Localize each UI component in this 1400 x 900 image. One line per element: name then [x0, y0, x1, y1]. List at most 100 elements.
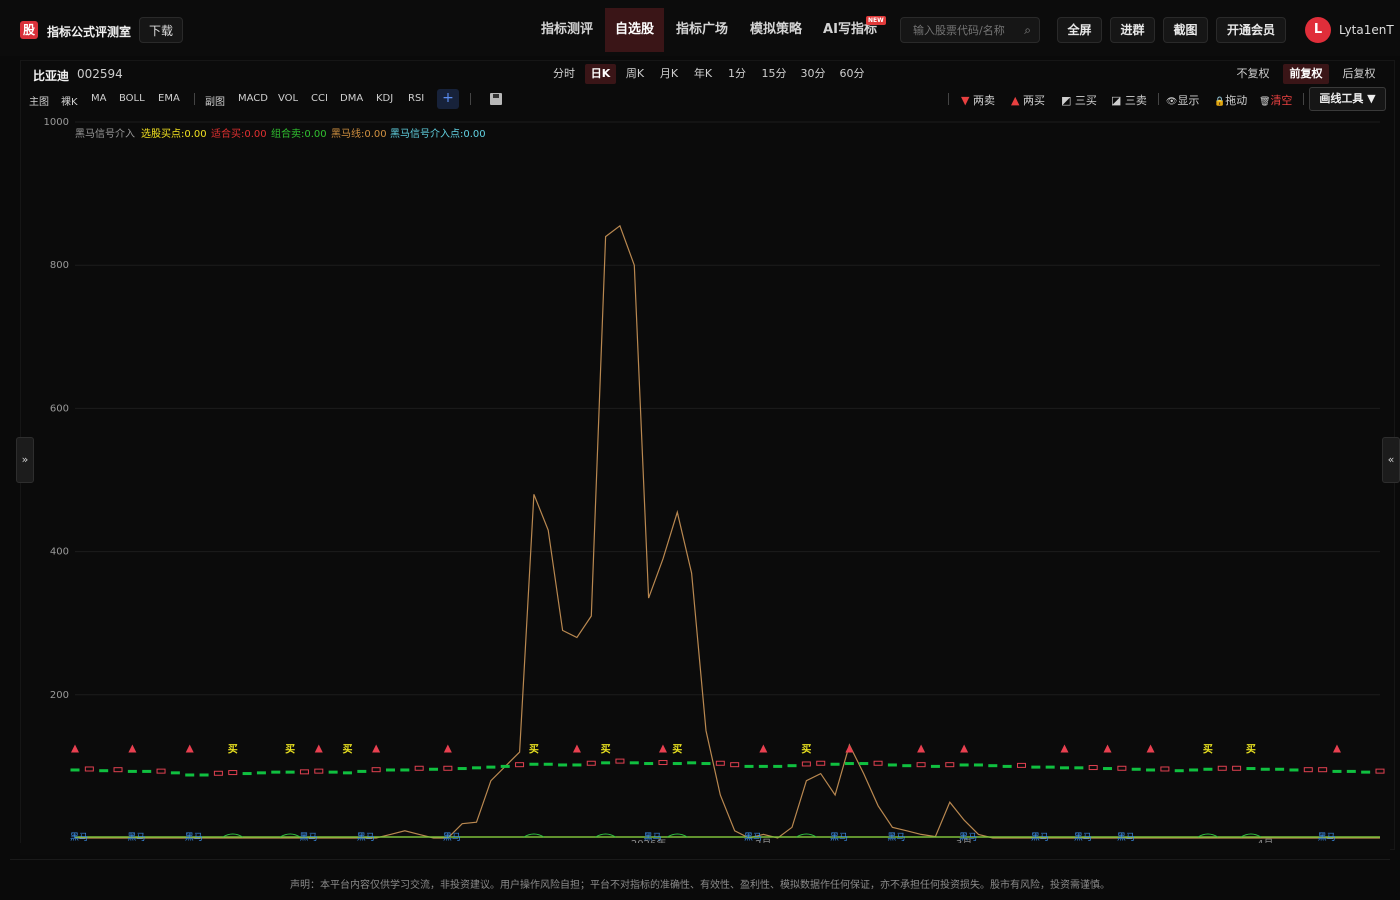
- candle: [715, 760, 725, 766]
- candle: [328, 770, 338, 774]
- candle: [558, 763, 568, 767]
- candle: [902, 764, 912, 768]
- candle: [730, 762, 740, 768]
- candle: [1375, 768, 1385, 774]
- candle: [1332, 769, 1342, 773]
- candle: [1131, 767, 1141, 771]
- candle: [170, 771, 180, 775]
- candle: [945, 762, 955, 768]
- candle: [1361, 770, 1371, 774]
- dark-horse-signal-label: 黑马: [443, 832, 461, 843]
- candle: [543, 762, 553, 766]
- candle: [486, 765, 496, 769]
- buy-signal-label: 买: [342, 744, 352, 756]
- candle: [472, 766, 482, 770]
- candle: [199, 773, 209, 777]
- buy-signal-label: 买: [529, 744, 539, 756]
- candle: [586, 760, 596, 766]
- dark-horse-signal-label: 黑马: [127, 832, 145, 843]
- buy-triangle-marker: [1103, 744, 1112, 753]
- candle: [1002, 764, 1012, 768]
- candle: [629, 761, 639, 765]
- candle: [1203, 767, 1213, 771]
- buy-triangle-marker: [759, 744, 768, 753]
- candle: [342, 771, 352, 775]
- legend-item-combo-sell: 组合卖:0.00: [271, 129, 327, 140]
- legend-item-entry-point: 黑马信号介入点:0.00: [390, 129, 486, 140]
- candle: [1275, 767, 1285, 771]
- candle: [601, 761, 611, 765]
- candle: [228, 770, 238, 776]
- kline-chart[interactable]: 1000 800 600 400 200 买 买 买 买 买 买 买 买 买黑马 黑马 黑马 黑马 黑马 黑马 黑马 黑…: [0, 0, 1400, 900]
- dark-horse-signal-label: 黑马: [299, 832, 317, 843]
- y-tick-label: 200: [50, 690, 69, 701]
- buy-triangle-marker: [71, 744, 79, 753]
- buy-triangle-marker: [845, 744, 854, 753]
- candle: [959, 763, 969, 767]
- dark-horse-signal-label: 黑马: [357, 832, 375, 843]
- candle: [1146, 768, 1156, 772]
- candle: [529, 762, 539, 766]
- candle: [758, 764, 768, 768]
- candle: [1318, 767, 1328, 773]
- buy-signal-label: 买: [285, 744, 295, 756]
- candle: [1103, 767, 1113, 771]
- candle: [988, 764, 998, 768]
- y-tick-label: 600: [50, 403, 69, 414]
- buy-signal-label: 买: [228, 744, 238, 756]
- candle: [1217, 765, 1227, 771]
- legend-item-dark-horse-entry: 黑马信号介入: [75, 129, 135, 140]
- legend-item-suitable-buy: 适合买:0.00: [211, 129, 267, 140]
- buy-triangle-marker: [572, 744, 581, 753]
- candle: [70, 768, 80, 772]
- dark-horse-signal-label: 黑马: [887, 832, 905, 843]
- buy-triangle-marker: [658, 744, 667, 753]
- candle: [701, 762, 711, 766]
- candle: [185, 773, 195, 777]
- candle: [500, 764, 510, 768]
- candle: [1174, 769, 1184, 773]
- buy-triangle-marker: [443, 744, 452, 753]
- legend-item-dark-horse-line: 黑马线:0.00: [331, 129, 387, 140]
- candle: [1260, 767, 1270, 771]
- candle: [213, 770, 223, 776]
- candle: [1045, 765, 1055, 769]
- candle: [1088, 765, 1098, 771]
- candle: [1160, 766, 1170, 772]
- buy-signal-label: 买: [601, 744, 611, 756]
- dark-horse-signal-label: 黑马: [830, 832, 848, 843]
- buy-signal-label: 买: [1246, 744, 1256, 756]
- candle: [687, 761, 697, 765]
- expand-right-button[interactable]: «: [1382, 437, 1400, 483]
- candle: [1060, 766, 1070, 770]
- dark-horse-signal-label: 黑马: [1031, 832, 1049, 843]
- candle: [84, 766, 94, 772]
- candle: [816, 760, 826, 766]
- candle: [113, 767, 123, 773]
- candle: [1303, 767, 1313, 773]
- candle: [1232, 765, 1242, 771]
- candle: [887, 763, 897, 767]
- buy-signal-label: 买: [801, 744, 811, 756]
- candle: [371, 767, 381, 773]
- dark-horse-signal-label: 黑马: [1318, 832, 1336, 843]
- candle: [515, 762, 525, 768]
- candle: [299, 769, 309, 775]
- candle: [385, 768, 395, 772]
- candle: [744, 764, 754, 768]
- candle: [844, 762, 854, 766]
- candle: [572, 763, 582, 767]
- candle: [443, 765, 453, 771]
- candle: [973, 763, 983, 767]
- dark-horse-signal-label: 黑马: [185, 832, 203, 843]
- y-tick-label: 800: [50, 260, 69, 271]
- candle: [99, 769, 109, 773]
- buy-triangle-marker: [1060, 744, 1069, 753]
- expand-left-button[interactable]: »: [16, 437, 34, 483]
- candle: [615, 758, 625, 764]
- candle: [644, 762, 654, 766]
- candle: [242, 772, 252, 776]
- buy-triangle-marker: [960, 744, 969, 753]
- dark-horse-signal-label: 黑马: [70, 832, 88, 843]
- candle: [314, 768, 324, 774]
